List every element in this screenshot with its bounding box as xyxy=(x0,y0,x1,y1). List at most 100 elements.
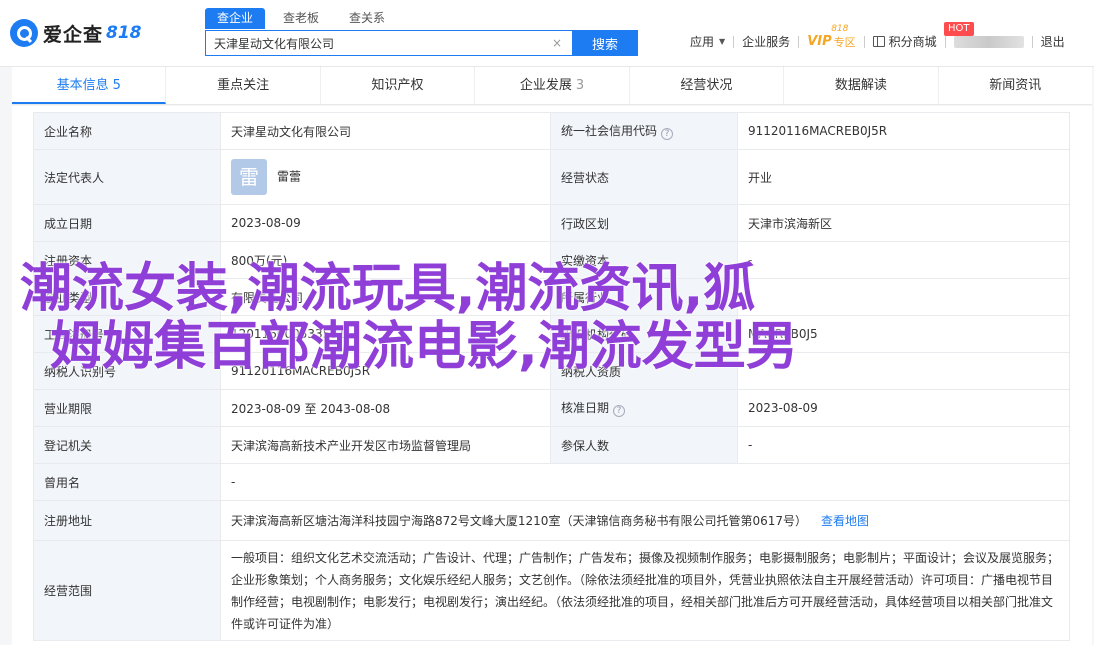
tab-label: 新闻资讯 xyxy=(989,78,1042,93)
cell-label: 纳税人资质 xyxy=(550,352,738,390)
taxpayer-value xyxy=(737,352,1070,390)
vip-zone-link[interactable]: 818 VIP 专区 xyxy=(807,24,856,50)
vip-zone-label: 专区 xyxy=(833,35,856,49)
tab-label: 知识产权 xyxy=(371,78,424,93)
points-mall-label: 积分商城 xyxy=(888,35,937,49)
search-tab-company[interactable]: 查企业 xyxy=(205,8,266,29)
established-value: 2023-08-09 xyxy=(220,204,551,242)
tab-ip[interactable]: 知识产权 xyxy=(321,67,476,104)
table-row: 法定代表人 雷雷蕾 经营状态 开业 xyxy=(33,149,1070,205)
tab-news[interactable]: 新闻资讯 xyxy=(939,67,1092,104)
vip-818-badge: 818 xyxy=(831,23,849,34)
credit-code-label: 统一社会信用代码 xyxy=(561,124,658,138)
address-cell: 天津滨海高新区塘沽海洋科技园宁海路872号文峰大厦1210室（天津锦信商务秘书有… xyxy=(220,500,1070,541)
cell-label: 法定代表人 xyxy=(33,149,221,205)
cell-label: 注册资本 xyxy=(33,241,221,279)
tab-label: 企业发展 xyxy=(519,78,572,93)
cell-label: 曾用名 xyxy=(33,463,221,501)
magnifier-logo-icon xyxy=(10,19,38,47)
table-row: 注册地址 天津滨海高新区塘沽海洋科技园宁海路872号文峰大厦1210室（天津锦信… xyxy=(33,500,1070,541)
vip-label: VIP xyxy=(807,34,832,49)
app-menu-label: 应用 xyxy=(690,35,715,49)
table-row: 注册资本 800万(元) 实缴资本 - xyxy=(33,241,1070,279)
search-tab-relation[interactable]: 查关系 xyxy=(337,8,397,29)
tab-data-analysis[interactable]: 数据解读 xyxy=(784,67,939,104)
cell-label: 参保人数 xyxy=(550,426,738,464)
authority-value: 天津滨海高新技术产业开发区市场监督管理局 xyxy=(220,426,551,464)
table-row: 经营范围 一般项目：组织文化艺术交流活动；广告设计、代理；广告制作；广告发布；摄… xyxy=(33,540,1070,641)
former-name-value: - xyxy=(220,463,1070,501)
reg-no-value: 120116000533531 xyxy=(220,315,551,353)
tab-count: 5 xyxy=(112,78,121,93)
cell-label: 注册地址 xyxy=(33,500,221,541)
cell-label: 登记机关 xyxy=(33,426,221,464)
table-row: 营业期限 2023-08-09 至 2043-08-08 核准日期? 2023-… xyxy=(33,389,1070,427)
tab-basic-info[interactable]: 基本信息 5 xyxy=(12,67,167,104)
tab-count: 3 xyxy=(575,78,585,93)
table-row: 成立日期 2023-08-09 行政区划 天津市滨海新区 xyxy=(33,204,1070,242)
legal-rep-cell: 雷雷蕾 xyxy=(220,149,551,205)
app-menu[interactable]: 应用 ▼ xyxy=(690,33,725,50)
insured-value: - xyxy=(737,426,1070,464)
caret-down-icon: ▼ xyxy=(719,37,726,46)
logo-number: 818 xyxy=(106,23,142,43)
divider xyxy=(944,35,946,48)
cell-label: 行政区划 xyxy=(550,204,738,242)
points-mall-link[interactable]: 积分商城 xyxy=(872,33,937,50)
logo-text: 爱企查 xyxy=(43,23,104,46)
cell-label: 工商注册号 xyxy=(33,315,221,353)
divider xyxy=(1031,35,1033,48)
address-value: 天津滨海高新区塘沽海洋科技园宁海路872号文峰大厦1210室（天津锦信商务秘书有… xyxy=(231,514,807,528)
logo[interactable]: 爱企查 818 xyxy=(10,19,142,47)
credit-code-value: 91120116MACREB0J5R xyxy=(737,112,1070,150)
business-info-table: 企业名称 天津星动文化有限公司 统一社会信用代码? 91120116MACREB… xyxy=(33,112,1070,641)
clear-icon[interactable]: × xyxy=(550,36,564,50)
help-icon[interactable]: ? xyxy=(661,128,674,140)
tab-development[interactable]: 企业发展 3 xyxy=(475,67,630,104)
cell-label: 组织机构代码 xyxy=(550,315,738,353)
tax-no-value: 91120116MACREB0J5R xyxy=(220,352,551,390)
gift-icon xyxy=(872,36,885,47)
approval-value: 2023-08-09 xyxy=(737,389,1070,427)
divider xyxy=(798,35,800,48)
approval-label: 核准日期 xyxy=(561,401,610,415)
table-row: 纳税人识别号 91120116MACREB0J5R 纳税人资质 xyxy=(33,352,1070,390)
table-row: 企业类型 有限责任公司 所属行业 xyxy=(33,278,1070,316)
search-tab-boss[interactable]: 查老板 xyxy=(271,8,331,29)
cell-label: 统一社会信用代码? xyxy=(550,112,738,150)
logout-link[interactable]: 退出 xyxy=(1041,33,1065,50)
search-button[interactable]: 搜索 xyxy=(572,30,638,56)
table-row: 工商注册号 120116000533531 组织机构代码 MACREB0J5 xyxy=(33,315,1070,353)
hot-badge: HOT xyxy=(944,22,974,36)
header-nav: 应用 ▼ 企业服务 818 VIP 专区 积分商城 退出 xyxy=(690,24,1065,50)
business-scope-value: 一般项目：组织文化艺术交流活动；广告设计、代理；广告制作；广告发布；摄像及视频制… xyxy=(220,540,1070,641)
cell-label: 企业名称 xyxy=(33,112,221,150)
search-input[interactable] xyxy=(205,30,572,56)
view-map-link[interactable]: 查看地图 xyxy=(821,514,869,528)
tab-key-focus[interactable]: 重点关注 xyxy=(166,67,321,104)
cell-label: 企业类型 xyxy=(33,278,221,316)
cell-label: 所属行业 xyxy=(550,278,738,316)
type-value: 有限责任公司 xyxy=(220,278,551,316)
user-name-blurred[interactable] xyxy=(953,35,1024,48)
legal-rep-name[interactable]: 雷蕾 xyxy=(277,170,301,184)
search-type-tabs: 查企业 查老板 查关系 xyxy=(205,8,403,29)
avatar[interactable]: 雷 xyxy=(231,159,267,195)
industry-value xyxy=(737,278,1070,316)
cell-label: 核准日期? xyxy=(550,389,738,427)
cell-label: 营业期限 xyxy=(33,389,221,427)
term-value: 2023-08-09 至 2043-08-08 xyxy=(220,389,551,427)
enterprise-service-link[interactable]: 企业服务 xyxy=(742,33,790,50)
tab-label: 基本信息 xyxy=(56,78,109,93)
company-name-value: 天津星动文化有限公司 xyxy=(220,112,551,150)
paid-capital-value: - xyxy=(737,241,1070,279)
help-icon[interactable]: ? xyxy=(613,405,626,417)
tab-label: 经营状况 xyxy=(680,78,733,93)
table-row: 企业名称 天津星动文化有限公司 统一社会信用代码? 91120116MACREB… xyxy=(33,112,1070,150)
org-code-value: MACREB0J5 xyxy=(737,315,1070,353)
table-row: 曾用名 - xyxy=(33,463,1070,501)
tab-operation[interactable]: 经营状况 xyxy=(630,67,785,104)
top-header: 爱企查 818 查企业 查老板 查关系 × 搜索 应用 ▼ 企业服务 818 V… xyxy=(0,0,1094,67)
cell-label: 经营状态 xyxy=(550,149,738,205)
cell-label: 成立日期 xyxy=(33,204,221,242)
